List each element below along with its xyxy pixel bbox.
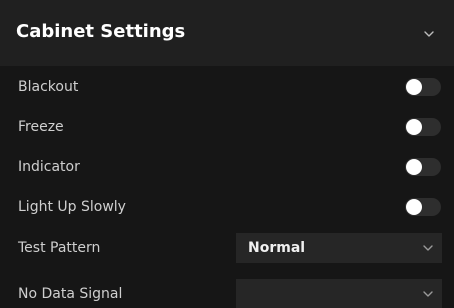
light-up-slowly-label: Light Up Slowly — [18, 199, 126, 215]
blackout-label: Blackout — [18, 79, 79, 95]
cabinet-settings-panel: Cabinet Settings Blackout Freeze Indicat… — [0, 0, 454, 308]
panel-header[interactable]: Cabinet Settings — [0, 0, 454, 66]
toggle-knob — [406, 79, 422, 95]
no-data-signal-select[interactable] — [236, 279, 442, 308]
setting-row-light-up-slowly: Light Up Slowly — [0, 187, 454, 227]
indicator-label: Indicator — [18, 159, 80, 175]
freeze-label: Freeze — [18, 119, 64, 135]
toggle-knob — [406, 119, 422, 135]
panel-title: Cabinet Settings — [16, 21, 186, 42]
setting-row-blackout: Blackout — [0, 67, 454, 107]
toggle-knob — [406, 199, 422, 215]
setting-row-no-data-signal: No Data Signal — [0, 274, 454, 308]
light-up-slowly-toggle[interactable] — [405, 198, 441, 216]
chevron-down-icon[interactable] — [423, 28, 435, 40]
setting-row-indicator: Indicator — [0, 147, 454, 187]
setting-row-test-pattern: Test Pattern Normal — [0, 228, 454, 268]
indicator-toggle[interactable] — [405, 158, 441, 176]
toggle-knob — [406, 159, 422, 175]
freeze-toggle[interactable] — [405, 118, 441, 136]
test-pattern-label: Test Pattern — [18, 240, 101, 256]
blackout-toggle[interactable] — [405, 78, 441, 96]
setting-row-freeze: Freeze — [0, 107, 454, 147]
chevron-down-icon — [423, 245, 433, 251]
chevron-down-icon — [423, 291, 433, 297]
test-pattern-value: Normal — [248, 240, 306, 256]
no-data-signal-label: No Data Signal — [18, 286, 123, 302]
test-pattern-select[interactable]: Normal — [236, 233, 442, 263]
